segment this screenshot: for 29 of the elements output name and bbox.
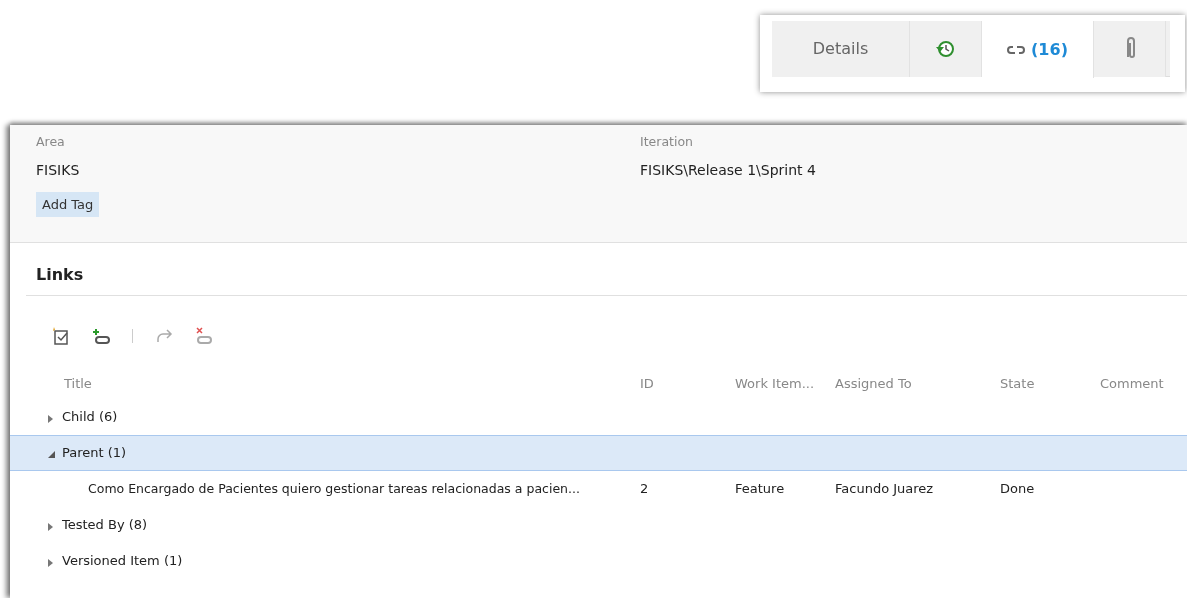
field-value: FISIKS: [36, 160, 81, 180]
add-link-icon[interactable]: [92, 328, 110, 344]
tab[interactable]: Details: [772, 21, 910, 77]
tab[interactable]: [1094, 21, 1166, 77]
field-label: Area: [36, 133, 66, 151]
column-header[interactable]: Comment: [1100, 374, 1187, 394]
group-label: Tested By (8): [62, 517, 148, 533]
tab[interactable]: [910, 21, 982, 77]
table-cell-text: Facundo Juarez: [835, 480, 935, 499]
column-header[interactable]: ID: [640, 374, 735, 394]
field-label: Iteration: [640, 133, 695, 151]
new-work-item-icon[interactable]: [52, 327, 70, 345]
column-header[interactable]: Title: [36, 374, 640, 394]
column-header[interactable]: Assigned To: [835, 374, 1000, 394]
link-title[interactable]: Como Encargado de Pacientes quiero gestionar tareas relacionadas a pacien...: [36, 479, 640, 499]
group-label: Parent (1): [62, 445, 127, 461]
group-label: Child (6): [62, 409, 118, 425]
field-value: FISIKS\Release 1\Sprint 4: [640, 160, 817, 180]
table-cell-text: Done: [1000, 480, 1036, 499]
table-cell-text: Feature: [735, 480, 786, 499]
column-header[interactable]: Work Item...: [735, 374, 835, 394]
history-icon: [935, 39, 956, 59]
tab[interactable]: (16): [982, 21, 1094, 78]
selected-row[interactable]: Parent (1): [10, 435, 1187, 471]
column-header[interactable]: State: [1000, 374, 1100, 394]
table-cell-text: 2: [640, 480, 650, 499]
section-title: Links: [36, 264, 85, 286]
add-tag-button[interactable]: Add Tag: [36, 191, 100, 218]
group-label: Versioned Item (1): [62, 553, 183, 569]
